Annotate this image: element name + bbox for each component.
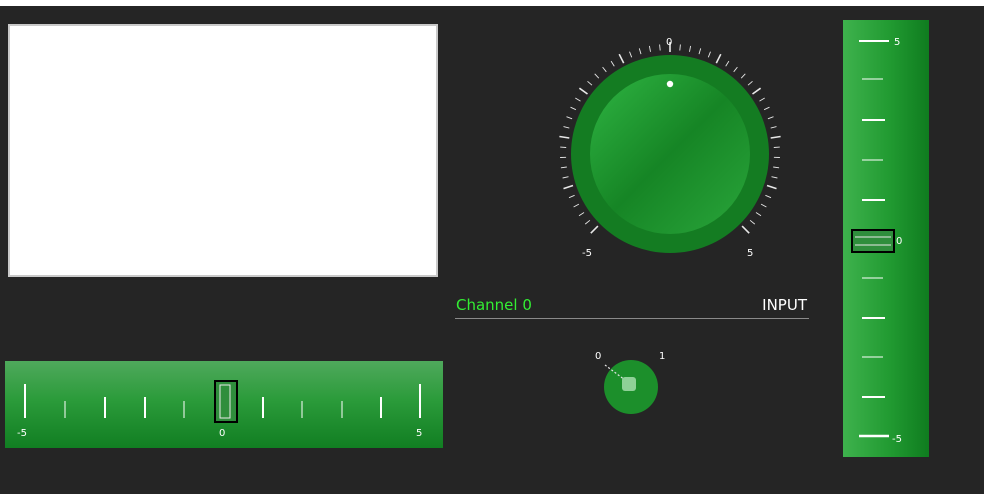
- main-knob-tick: [715, 53, 722, 64]
- main-knob-tick: [752, 87, 762, 95]
- main-knob-tick: [559, 135, 570, 139]
- main-knob-tick: [766, 184, 777, 190]
- main-knob-tick: [638, 48, 642, 55]
- vslider-top-label: 5: [894, 37, 900, 48]
- main-knob-graphic: 0 -5 5: [559, 37, 781, 259]
- vslider-mid-label: 0: [896, 236, 902, 247]
- main-knob-tick: [590, 225, 599, 234]
- hslider-max-label: 5: [416, 428, 422, 439]
- channel-mode-label: INPUT: [762, 296, 807, 314]
- main-knob-tick: [563, 184, 574, 190]
- channel-name: Channel 0: [456, 296, 532, 314]
- main-knob-tick: [679, 44, 681, 51]
- main-knob-tick: [578, 212, 585, 217]
- hslider-min-label: -5: [17, 428, 27, 439]
- hslider-thumb[interactable]: [214, 380, 238, 423]
- horizontal-slider-scale: -5 0 5: [17, 380, 422, 439]
- main-knob-tick: [575, 97, 581, 102]
- main-knob-tick: [747, 80, 753, 86]
- small-knob-cap: [622, 377, 636, 391]
- main-knob-tick: [767, 116, 774, 120]
- main-knob-tick: [765, 194, 772, 199]
- main-knob-tick: [560, 166, 567, 169]
- main-knob-tick: [629, 51, 633, 58]
- main-knob-tick: [755, 212, 762, 217]
- main-knob-tick: [741, 225, 750, 234]
- main-knob-tick: [566, 116, 573, 120]
- small-knob[interactable]: 0 1: [585, 346, 675, 426]
- main-knob-tick: [570, 106, 577, 111]
- main-knob-tick: [578, 87, 588, 95]
- channel-row: Channel 0 INPUT: [455, 296, 809, 319]
- small-knob-max-label: 1: [659, 351, 665, 362]
- main-knob-tick: [749, 219, 756, 225]
- main-knob-tick: [707, 51, 711, 58]
- hslider-mid-label: 0: [219, 428, 225, 439]
- main-knob-tick: [594, 73, 600, 79]
- main-knob-tick: [689, 45, 692, 52]
- main-knob-tick: [763, 106, 770, 111]
- small-knob-min-label: 0: [595, 351, 601, 362]
- main-knob-tick: [698, 48, 702, 55]
- horizontal-slider[interactable]: -5 0 5: [5, 361, 443, 448]
- main-knob-tick: [563, 126, 570, 129]
- main-knob-tick: [759, 97, 765, 102]
- main-knob-tick: [610, 60, 615, 67]
- small-knob-graphic: 0 1: [595, 351, 665, 414]
- main-knob-top-label: 0: [666, 37, 672, 48]
- main-knob-tick: [725, 60, 730, 67]
- main-knob-tick: [587, 80, 593, 86]
- main-knob-tick: [648, 45, 651, 52]
- vslider-bottom-label: -5: [892, 434, 902, 445]
- main-knob-tick: [568, 194, 575, 199]
- main-knob-tick: [659, 44, 661, 51]
- main-knob[interactable]: 0 -5 5: [555, 26, 785, 266]
- instrument-panel: -5 0 5 0 -5 5 Channel 0 INPUT 0 1 5 0 -5: [0, 0, 984, 494]
- main-knob-tick: [773, 166, 780, 169]
- main-knob-tick: [618, 53, 625, 64]
- main-knob-tick: [733, 66, 738, 73]
- main-knob-indicator: [666, 80, 674, 88]
- main-knob-tick: [584, 219, 591, 225]
- main-knob-max-label: 5: [747, 248, 753, 259]
- vertical-slider[interactable]: 5 0 -5: [843, 20, 929, 457]
- main-knob-tick: [573, 203, 580, 208]
- display-area: [8, 24, 438, 277]
- main-knob-tick: [740, 73, 746, 79]
- vslider-thumb[interactable]: [851, 229, 895, 253]
- main-knob-min-label: -5: [582, 248, 592, 259]
- vertical-slider-scale: 5 0 -5: [851, 37, 902, 445]
- main-knob-tick: [771, 176, 778, 179]
- main-knob-tick: [770, 126, 777, 129]
- main-knob-tick: [562, 176, 569, 179]
- main-knob-face: [590, 74, 750, 234]
- main-knob-tick: [760, 203, 767, 208]
- main-knob-tick: [602, 66, 607, 73]
- main-knob-tick: [770, 135, 781, 139]
